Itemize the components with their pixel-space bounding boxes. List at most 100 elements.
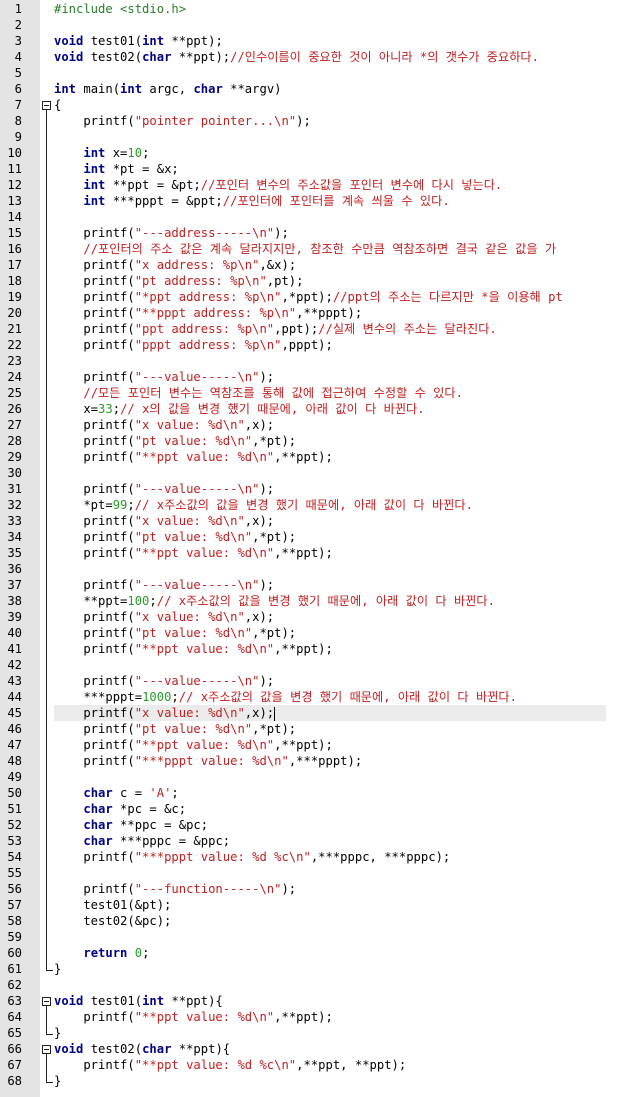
code-line[interactable]: 62 [0, 977, 619, 993]
code-text[interactable]: void test01(int **ppt); [54, 33, 606, 49]
code-text[interactable]: printf("pointer pointer...\n"); [54, 113, 606, 129]
code-line[interactable]: 6 int main(int argc, char **argv) [0, 81, 619, 97]
code-text[interactable]: int *pt = &x; [54, 161, 606, 177]
code-text[interactable]: char ***pppc = &ppc; [54, 833, 606, 849]
code-line[interactable]: 60 return 0; [0, 945, 619, 961]
code-line[interactable]: 25 //모든 포인터 변수는 역참조를 통해 값에 접근하여 수정할 수 있다… [0, 385, 619, 401]
code-line[interactable]: 44 ***pppt=1000;// x주소값의 값을 변경 했기 때문에, 아… [0, 689, 619, 705]
code-line[interactable]: 21 printf("ppt address: %p\n",ppt);//실제 … [0, 321, 619, 337]
code-text[interactable]: test01(&pt); [54, 897, 606, 913]
code-line[interactable]: 50 char c = 'A'; [0, 785, 619, 801]
code-text[interactable]: **ppt=100;// x주소값의 값을 변경 했기 때문에, 아래 값이 다… [54, 593, 606, 609]
code-line[interactable]: 24 printf("---value-----\n"); [0, 369, 619, 385]
code-line[interactable]: 46 printf("pt value: %d\n",*pt); [0, 721, 619, 737]
code-line[interactable]: 26 x=33;// x의 값을 변경 했기 때문에, 아래 값이 다 바뀐다. [0, 401, 619, 417]
code-text[interactable]: printf("x address: %p\n",&x); [54, 257, 606, 273]
code-line[interactable]: 58 test02(&pc); [0, 913, 619, 929]
code-text[interactable] [54, 561, 606, 577]
code-text[interactable]: printf("pt value: %d\n",*pt); [54, 529, 606, 545]
code-line[interactable]: 43 printf("---value-----\n"); [0, 673, 619, 689]
code-text[interactable]: printf("pt address: %p\n",pt); [54, 273, 606, 289]
code-line[interactable]: 57 test01(&pt); [0, 897, 619, 913]
code-text[interactable]: //모든 포인터 변수는 역참조를 통해 값에 접근하여 수정할 수 있다. [54, 385, 606, 401]
code-text[interactable]: char **ppc = &pc; [54, 817, 606, 833]
code-text[interactable]: } [54, 1025, 606, 1041]
code-line[interactable]: 66 void test02(char **ppt){ [0, 1041, 619, 1057]
code-line[interactable]: 36 [0, 561, 619, 577]
code-text[interactable]: #include <stdio.h> [54, 1, 606, 17]
code-line[interactable]: 35 printf("**ppt value: %d\n",**ppt); [0, 545, 619, 561]
code-text[interactable] [54, 977, 606, 993]
code-text[interactable] [54, 65, 606, 81]
code-text[interactable]: //포인터의 주소 값은 계속 달라지지만, 참조한 수만큼 역참조하면 결국 … [54, 241, 606, 257]
code-line[interactable]: 20 printf("**pppt address: %p\n",**pppt)… [0, 305, 619, 321]
code-text[interactable]: return 0; [54, 945, 606, 961]
code-text[interactable]: printf("**ppt value: %d %c\n",**ppt, **p… [54, 1057, 606, 1073]
code-text[interactable]: int main(int argc, char **argv) [54, 81, 606, 97]
code-line[interactable]: 29 printf("**ppt value: %d\n",**ppt); [0, 449, 619, 465]
code-text[interactable]: void test01(int **ppt){ [54, 993, 606, 1009]
code-text[interactable]: int **ppt = &pt;//포인터 변수의 주소값을 포인터 변수에 다… [54, 177, 606, 193]
code-text[interactable]: printf("**ppt value: %d\n",**ppt); [54, 641, 606, 657]
code-text[interactable] [54, 465, 606, 481]
code-line[interactable]: 47 printf("**ppt value: %d\n",**ppt); [0, 737, 619, 753]
code-line[interactable]: 52 char **ppc = &pc; [0, 817, 619, 833]
code-line[interactable]: 14 [0, 209, 619, 225]
code-text[interactable]: { [54, 97, 606, 113]
code-text[interactable]: printf("x value: %d\n",x); [54, 513, 606, 529]
code-text[interactable] [54, 353, 606, 369]
code-line[interactable]: 19 printf("*ppt address: %p\n",*ppt);//p… [0, 289, 619, 305]
code-line[interactable]: 18 printf("pt address: %p\n",pt); [0, 273, 619, 289]
code-line[interactable]: 51 char *pc = &c; [0, 801, 619, 817]
code-line[interactable]: 42 [0, 657, 619, 673]
code-line[interactable]: 37 printf("---value-----\n"); [0, 577, 619, 593]
code-line[interactable]: 56 printf("---function-----\n"); [0, 881, 619, 897]
code-text[interactable]: printf("**ppt value: %d\n",**ppt); [54, 737, 606, 753]
code-line[interactable]: 32 *pt=99;// x주소값의 값을 변경 했기 때문에, 아래 값이 다… [0, 497, 619, 513]
code-line[interactable]: 17 printf("x address: %p\n",&x); [0, 257, 619, 273]
code-line[interactable]: 65} [0, 1025, 619, 1041]
code-text[interactable]: printf("pt value: %d\n",*pt); [54, 721, 606, 737]
code-line[interactable]: 8 printf("pointer pointer...\n"); [0, 113, 619, 129]
code-line[interactable]: 13 int ***pppt = &ppt;//포인터에 포인터를 계속 씌울 … [0, 193, 619, 209]
code-text[interactable]: printf("**pppt address: %p\n",**pppt); [54, 305, 606, 321]
code-line[interactable]: 2 [0, 17, 619, 33]
code-line[interactable]: 34 printf("pt value: %d\n",*pt); [0, 529, 619, 545]
code-text[interactable]: } [54, 1073, 606, 1089]
code-text[interactable]: void test02(char **ppt);//인수이름이 중요한 것이 아… [54, 49, 606, 65]
code-line[interactable]: 39 printf("x value: %d\n",x); [0, 609, 619, 625]
code-text[interactable]: ***pppt=1000;// x주소값의 값을 변경 했기 때문에, 아래 값… [54, 689, 606, 705]
code-text[interactable]: void test02(char **ppt){ [54, 1041, 606, 1057]
code-line[interactable]: 33 printf("x value: %d\n",x); [0, 513, 619, 529]
code-text[interactable]: printf("---address-----\n"); [54, 225, 606, 241]
code-line[interactable]: 9 [0, 129, 619, 145]
code-line[interactable]: 68} [0, 1073, 619, 1089]
code-line[interactable]: 16 //포인터의 주소 값은 계속 달라지지만, 참조한 수만큼 역참조하면 … [0, 241, 619, 257]
code-text[interactable]: printf("pppt address: %p\n",pppt); [54, 337, 606, 353]
code-text[interactable]: printf("ppt address: %p\n",ppt);//실제 변수의… [54, 321, 606, 337]
code-line[interactable]: 45 printf("x value: %d\n",x); [0, 705, 619, 721]
code-line[interactable]: 59 [0, 929, 619, 945]
code-text[interactable] [54, 17, 606, 33]
code-line[interactable]: 11 int *pt = &x; [0, 161, 619, 177]
code-line[interactable]: 64 printf("**ppt value: %d\n",**ppt); [0, 1009, 619, 1025]
code-text[interactable]: printf("x value: %d\n",x); [54, 705, 606, 721]
code-text[interactable]: *pt=99;// x주소값의 값을 변경 했기 때문에, 아래 값이 다 바뀐… [54, 497, 606, 513]
code-text[interactable]: char *pc = &c; [54, 801, 606, 817]
code-line[interactable]: 3 void test01(int **ppt); [0, 33, 619, 49]
code-text[interactable]: printf("pt value: %d\n",*pt); [54, 625, 606, 641]
code-text[interactable]: printf("---value-----\n"); [54, 577, 606, 593]
code-text[interactable]: printf("x value: %d\n",x); [54, 609, 606, 625]
code-line[interactable]: 1 #include <stdio.h> [0, 1, 619, 17]
code-text[interactable]: int ***pppt = &ppt;//포인터에 포인터를 계속 씌울 수 있… [54, 193, 606, 209]
code-text[interactable]: printf("**ppt value: %d\n",**ppt); [54, 545, 606, 561]
code-text[interactable]: int x=10; [54, 145, 606, 161]
code-line[interactable]: 55 [0, 865, 619, 881]
code-line[interactable]: 23 [0, 353, 619, 369]
code-line[interactable]: 22 printf("pppt address: %p\n",pppt); [0, 337, 619, 353]
code-line[interactable]: 63 void test01(int **ppt){ [0, 993, 619, 1009]
fold-toggle-icon[interactable] [42, 993, 53, 1009]
code-text[interactable]: } [54, 961, 606, 977]
fold-toggle-icon[interactable] [42, 1041, 53, 1057]
code-text[interactable]: test02(&pc); [54, 913, 606, 929]
